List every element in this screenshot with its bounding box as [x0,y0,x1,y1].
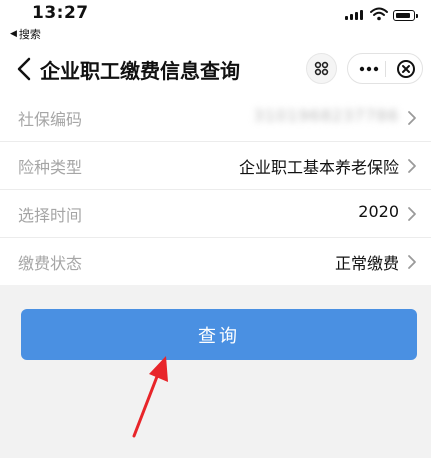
nav-bar: 企业职工缴费信息查询 [0,44,431,94]
scan-icon [314,61,329,76]
form-row-select-time[interactable]: 选择时间 2020 [0,190,431,238]
scan-button[interactable] [306,53,337,84]
chevron-right-icon [408,207,416,221]
form-row-value: 正常缴费 [334,254,399,273]
form-row-label: 选择时间 [18,206,83,225]
capsule-divider [385,61,386,77]
form-row-label: 险种类型 [18,158,83,177]
wifi-icon [370,7,388,21]
chevron-left-icon[interactable] [14,56,34,82]
status-time: 13:27 [32,3,89,23]
form-row-label: 缴费状态 [18,254,83,273]
more-dots-icon[interactable] [358,62,380,76]
query-form: 社保编码 3101968237786 险种类型 企业职工基本养老保险 选择时间 … [0,94,431,285]
query-button[interactable]: 查询 [21,309,417,360]
status-bar: 13:27 ◀ 搜索 [0,0,431,44]
back-to-app-button[interactable]: ◀ 搜索 [10,26,41,42]
annotation-arrow-icon [132,356,168,438]
chevron-right-icon [408,255,416,269]
form-row-payment-status[interactable]: 缴费状态 正常缴费 [0,238,431,285]
battery-icon [393,10,418,21]
form-row-value: 企业职工基本养老保险 [238,158,399,177]
form-row-label: 社保编码 [18,110,83,129]
form-row-value: 3101968237786 [253,106,399,125]
page-title: 企业职工缴费信息查询 [40,59,240,83]
triangle-left-icon: ◀ [10,29,17,39]
mini-program-capsule [347,53,423,84]
form-row-value: 2020 [358,202,399,221]
chevron-right-icon [408,159,416,173]
cellular-signal-icon [345,10,363,20]
close-circle-icon[interactable] [395,58,417,80]
back-to-app-label: 搜索 [18,28,41,41]
chevron-right-icon [408,111,416,125]
form-row-insurance-type[interactable]: 险种类型 企业职工基本养老保险 [0,142,431,190]
form-row-social-security-code[interactable]: 社保编码 3101968237786 [0,94,431,142]
